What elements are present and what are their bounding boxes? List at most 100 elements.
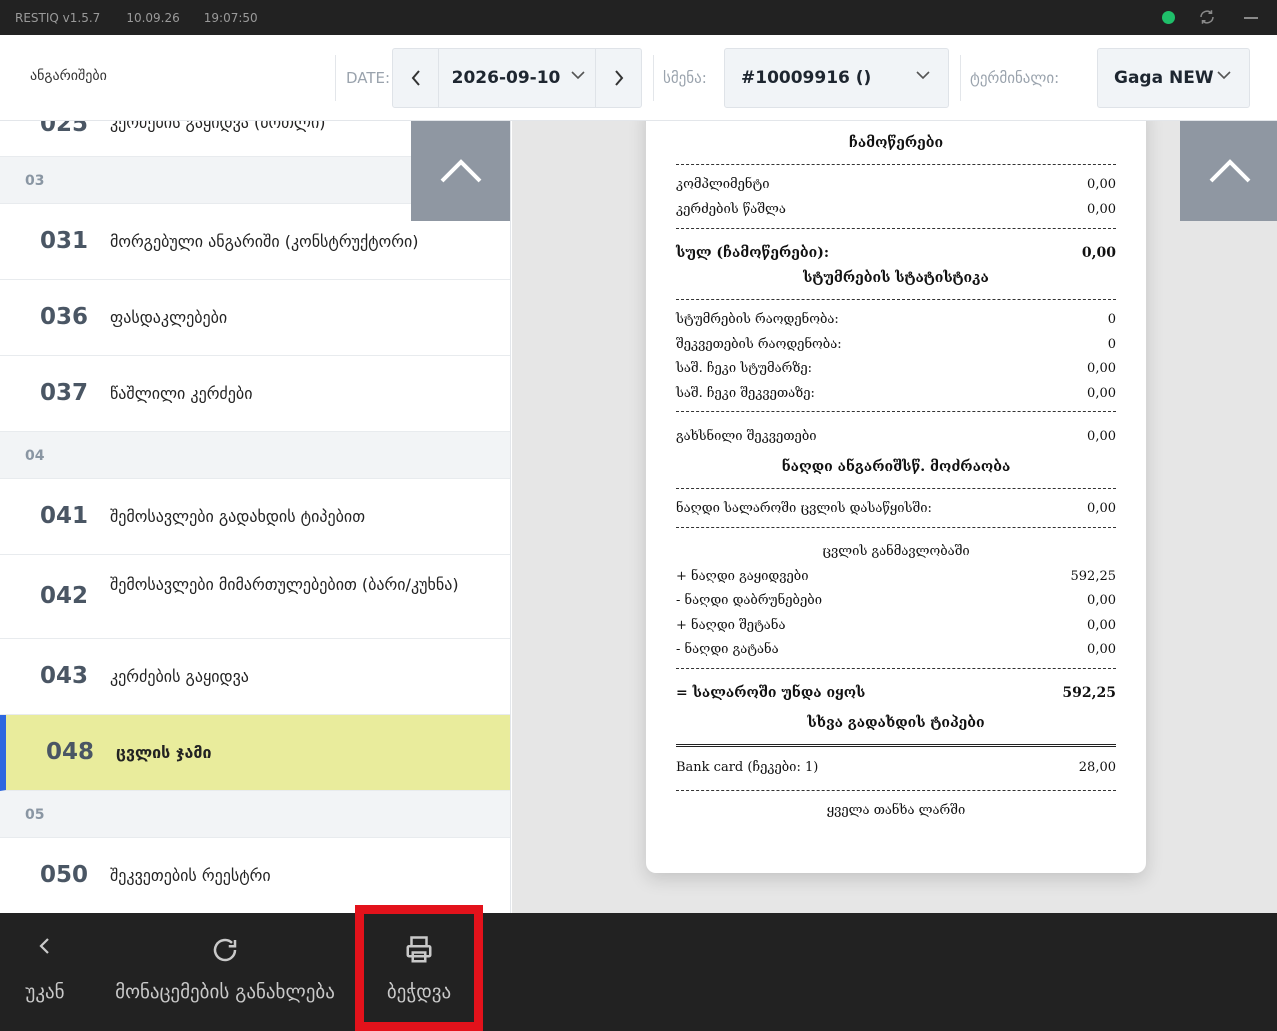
receipt-line: Bank card (ჩეკები: 1) 28,00 <box>676 760 1116 775</box>
report-code: 031 <box>40 228 89 254</box>
receipt-total: სულ (ჩამოწერები): 0,00 <box>676 245 1116 261</box>
next-date-button[interactable] <box>595 49 641 107</box>
receipt-line: საშ. ჩეკი სტუმარზე: 0,00 <box>676 361 1116 376</box>
report-code: 041 <box>40 503 89 529</box>
system-date: 10.09.26 <box>126 10 180 25</box>
date-select[interactable]: 2026-09-10 <box>439 49 595 107</box>
chevron-left-icon <box>39 938 49 954</box>
page-title: ანგარიშები <box>30 68 107 84</box>
scroll-up-button[interactable] <box>411 121 510 221</box>
list-item[interactable]: 036 ფასდაკლებები <box>0 280 510 356</box>
group-label: 05 <box>25 807 45 823</box>
group-header: 04 <box>0 432 510 479</box>
report-list: 025 კერძების გაყიდვა (ბოთლი) 03 031 მორგ… <box>0 121 511 913</box>
refresh-icon <box>213 938 237 962</box>
divider <box>335 55 336 101</box>
report-code: 042 <box>40 583 89 609</box>
terminal-value: Gaga NEW <box>1114 68 1214 88</box>
receipt-line: კერძების წაშლა 0,00 <box>676 202 1116 217</box>
shift-label: სმენა: <box>663 69 707 87</box>
report-label: შემოსავლები მიმართულებებით (ბარი/კუხნა) <box>110 575 459 594</box>
section-title: ჩამოწერები <box>848 135 944 151</box>
group-label: 03 <box>25 173 45 189</box>
chevron-down-icon <box>916 71 930 80</box>
chevron-up-icon <box>440 159 482 183</box>
sync-icon[interactable] <box>1198 8 1216 26</box>
chevron-left-icon <box>411 70 420 86</box>
list-item[interactable]: 037 წაშლილი კერძები <box>0 356 510 432</box>
receipt-line: - ნაღდი დაბრუნებები 0,00 <box>676 593 1116 608</box>
divider <box>676 744 1116 747</box>
divider <box>960 55 961 101</box>
divider <box>676 228 1116 229</box>
report-label: კერძების გაყიდვა <box>110 667 249 686</box>
scroll-up-button[interactable] <box>1180 121 1277 221</box>
system-time: 19:07:50 <box>203 10 258 25</box>
list-item[interactable]: 043 კერძების გაყიდვა <box>0 639 510 715</box>
divider <box>676 164 1116 165</box>
shift-select[interactable]: #10009916 () <box>724 48 949 108</box>
report-label: ცვლის ჯამი <box>116 743 212 762</box>
toolbar: ანგარიშები DATE: 2026-09-10 სმენა: #1000… <box>0 35 1277 121</box>
report-label: შეკვეთების რეესტრი <box>110 866 271 885</box>
back-button[interactable]: უკან <box>10 913 80 1031</box>
report-code: 037 <box>40 380 89 406</box>
receipt-total: = სალაროში უნდა იყოს 592,25 <box>676 685 1116 701</box>
divider <box>676 668 1116 669</box>
divider <box>676 299 1116 300</box>
divider <box>676 488 1116 489</box>
section-title: სტუმრების სტატისტიკა <box>803 270 989 286</box>
section-title: სხვა გადახდის ტიპები <box>807 715 985 731</box>
date-picker: 2026-09-10 <box>392 48 642 108</box>
receipt-line: გახსნილი შეკვეთები 0,00 <box>676 429 1116 444</box>
receipt-line: + ნაღდი გაყიდვები 592,25 <box>676 569 1116 584</box>
divider <box>653 55 654 101</box>
terminal-select[interactable]: Gaga NEW <box>1097 48 1250 108</box>
chevron-right-icon <box>614 70 623 86</box>
divider <box>676 527 1116 528</box>
receipt: ჩამოწერები კომპლიმენტი 0,00 კერძების წაშლ… <box>646 121 1146 873</box>
group-label: 04 <box>25 448 45 464</box>
chevron-down-icon <box>571 71 585 80</box>
report-code: 048 <box>46 739 95 765</box>
bottom-bar: უკან მონაცემების განახლება ბეჭდვა <box>0 913 1277 1031</box>
subsection-title: ცვლის განმავლობაში <box>822 544 970 559</box>
report-label: შემოსავლები გადახდის ტიპებით <box>110 507 366 526</box>
receipt-line: შეკვეთების რაოდენობა: 0 <box>676 337 1116 352</box>
receipt-line: კომპლიმენტი 0,00 <box>676 177 1116 192</box>
receipt-line: ნაღდი სალაროში ცვლის დასაწყისში: 0,00 <box>676 501 1116 516</box>
report-label: მორგებული ანგარიში (კონსტრუქტორი) <box>110 232 419 251</box>
refresh-label: მონაცემების განახლება <box>115 981 335 1003</box>
receipt-footer: ყველა თანხა ლარში <box>826 803 966 818</box>
group-header: 05 <box>0 791 510 838</box>
receipt-line: სტუმრების რაოდენობა: 0 <box>676 312 1116 327</box>
terminal-label: ტერმინალი: <box>970 69 1060 87</box>
app-version: RESTIQ v1.5.7 <box>15 10 101 25</box>
list-item[interactable]: 041 შემოსავლები გადახდის ტიპებით <box>0 479 510 555</box>
back-label: უკან <box>25 981 65 1003</box>
divider <box>676 790 1116 791</box>
title-bar: RESTIQ v1.5.7 10.09.26 19:07:50 <box>0 0 1277 35</box>
receipt-line: - ნაღდი გატანა 0,00 <box>676 642 1116 657</box>
list-item-selected[interactable]: 048 ცვლის ჯამი <box>0 715 510 791</box>
list-item[interactable]: 050 შეკვეთების რეესტრი <box>0 838 510 913</box>
report-code: 025 <box>40 121 89 137</box>
section-title: ნაღდი ანგარიშსწ. მოძრაობა <box>781 459 1011 475</box>
receipt-line: + ნაღდი შეტანა 0,00 <box>676 618 1116 633</box>
refresh-button[interactable]: მონაცემების განახლება <box>105 913 345 1031</box>
chevron-down-icon <box>1217 71 1231 80</box>
prev-date-button[interactable] <box>393 49 439 107</box>
divider <box>676 411 1116 412</box>
report-label: ფასდაკლებები <box>110 308 228 327</box>
receipt-line: საშ. ჩეკი შეკვეთაზე: 0,00 <box>676 386 1116 401</box>
report-code: 036 <box>40 304 89 330</box>
report-preview: ჩამოწერები კომპლიმენტი 0,00 კერძების წაშლ… <box>512 121 1277 913</box>
list-item[interactable]: 042 შემოსავლები მიმართულებებით (ბარი/კუხ… <box>0 555 510 639</box>
report-label: წაშლილი კერძები <box>110 384 253 403</box>
date-value: 2026-09-10 <box>451 68 561 88</box>
report-code: 050 <box>40 862 89 888</box>
minimize-button[interactable] <box>1244 17 1258 19</box>
shift-value: #10009916 () <box>741 68 872 88</box>
connection-status-icon <box>1162 11 1175 24</box>
report-code: 043 <box>40 663 89 689</box>
